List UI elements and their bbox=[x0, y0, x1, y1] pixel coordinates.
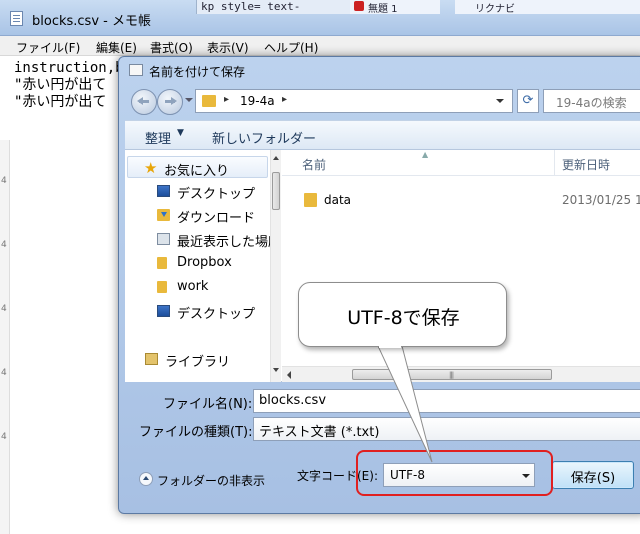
forward-button[interactable] bbox=[157, 89, 183, 115]
document-icon bbox=[354, 1, 364, 11]
folder-icon bbox=[202, 95, 216, 107]
search-placeholder: 19-4aの検索 bbox=[556, 96, 627, 110]
nav-item-work[interactable]: work bbox=[125, 276, 271, 298]
back-button[interactable] bbox=[131, 89, 157, 115]
file-list-pane: 名前 ▲ 更新日時 data 2013/01/25 1 ||| bbox=[282, 150, 640, 382]
dialog-icon bbox=[129, 64, 143, 76]
scroll-down-icon[interactable] bbox=[273, 368, 279, 372]
side-mark: 4 bbox=[1, 432, 7, 442]
address-dropdown-icon[interactable] bbox=[491, 93, 509, 109]
nav-item-label: デスクトップ bbox=[177, 307, 256, 322]
column-header-date[interactable]: 更新日時 bbox=[562, 156, 610, 173]
downloads-icon bbox=[157, 209, 170, 221]
notepad-title: blocks.csv - メモ帳 bbox=[32, 14, 151, 29]
nav-item-recent-places[interactable]: 最近表示した場所 bbox=[125, 228, 271, 250]
menu-edit[interactable]: 編集(E) bbox=[96, 39, 137, 56]
nav-item-favorites[interactable]: ★ お気に入り bbox=[127, 156, 268, 178]
address-bar[interactable]: ▸ 19-4a ▸ bbox=[195, 89, 513, 113]
filetype-label: ファイルの種類(T): bbox=[139, 425, 253, 440]
side-mark: 4 bbox=[1, 304, 7, 314]
nav-item-libraries[interactable]: ライブラリ bbox=[125, 348, 271, 370]
encoding-highlight-box bbox=[356, 450, 553, 496]
side-mark: 4 bbox=[1, 240, 7, 250]
file-row[interactable]: data 2013/01/25 1 bbox=[282, 190, 640, 212]
menu-format[interactable]: 書式(O) bbox=[150, 39, 193, 56]
background-code-text: kp style= text- bbox=[201, 0, 301, 13]
column-divider[interactable] bbox=[554, 150, 555, 176]
side-mark: 4 bbox=[1, 176, 7, 186]
background-right-text: リクナビ bbox=[475, 4, 515, 15]
organize-button[interactable]: 整理 bbox=[145, 128, 171, 147]
menu-help[interactable]: ヘルプ(H) bbox=[264, 39, 318, 56]
refresh-button[interactable]: ⟳ bbox=[517, 89, 539, 113]
file-browser: ★ お気に入り デスクトップ ダウンロード 最近表示した場所 Dropbox w… bbox=[125, 150, 640, 382]
column-header-row: 名前 ▲ 更新日時 bbox=[282, 150, 640, 176]
notepad-menu-bar: ファイル(F) 編集(E) 書式(O) 表示(V) ヘルプ(H) bbox=[0, 36, 640, 56]
nav-item-label: work bbox=[177, 279, 209, 294]
nav-item-dropbox[interactable]: Dropbox bbox=[125, 252, 271, 274]
scroll-up-icon[interactable] bbox=[273, 156, 279, 160]
search-box[interactable]: 19-4aの検索 bbox=[543, 89, 640, 113]
navigation-pane: ★ お気に入り デスクトップ ダウンロード 最近表示した場所 Dropbox w… bbox=[125, 150, 281, 382]
refresh-icon: ⟳ bbox=[522, 93, 534, 108]
callout-text: UTF-8で保存 bbox=[347, 307, 460, 329]
dialog-title: 名前を付けて保存 bbox=[149, 65, 246, 79]
notepad-text-area[interactable]: instruction,b "赤い円が出て "赤い円が出て bbox=[14, 60, 124, 111]
text-line: "赤い円が出て bbox=[14, 77, 107, 93]
save-button[interactable]: 保存(S) bbox=[552, 461, 634, 489]
nav-item-label: ライブラリ bbox=[165, 355, 231, 370]
nav-item-label: ダウンロード bbox=[177, 211, 256, 226]
file-name: data bbox=[324, 193, 352, 207]
folder-icon bbox=[157, 257, 167, 269]
filetype-select[interactable]: テキスト文書 (*.txt) bbox=[253, 417, 640, 441]
library-icon bbox=[145, 353, 158, 365]
filename-label: ファイル名(N): bbox=[163, 397, 253, 412]
file-date: 2013/01/25 1 bbox=[562, 193, 640, 207]
nav-item-label: 最近表示した場所 bbox=[177, 235, 271, 250]
chevron-down-icon[interactable]: ▼ bbox=[177, 128, 184, 138]
breadcrumb-folder[interactable]: 19-4a bbox=[240, 94, 275, 108]
nav-item-desktop-2[interactable]: デスクトップ bbox=[125, 300, 271, 322]
nav-pane-scrollbar[interactable] bbox=[270, 150, 281, 382]
recent-places-icon bbox=[157, 233, 170, 245]
nav-item-label: デスクトップ bbox=[177, 187, 256, 202]
menu-file[interactable]: ファイル(F) bbox=[16, 39, 80, 56]
sort-indicator-icon: ▲ bbox=[422, 150, 429, 159]
recent-locations-dropdown-icon[interactable] bbox=[185, 98, 193, 102]
background-right-fragment: リクナビ bbox=[455, 0, 640, 15]
side-strip: 4 4 4 4 4 bbox=[0, 140, 10, 534]
scrollbar-thumb[interactable]: ||| bbox=[352, 369, 552, 380]
desktop-icon bbox=[157, 185, 170, 197]
column-header-name[interactable]: 名前 bbox=[302, 156, 326, 173]
chevron-up-icon bbox=[139, 472, 153, 486]
scrollbar-grip: ||| bbox=[449, 371, 454, 379]
scroll-left-icon[interactable] bbox=[287, 371, 291, 379]
breadcrumb-separator-icon[interactable]: ▸ bbox=[282, 94, 287, 105]
callout-bubble: UTF-8で保存 bbox=[298, 282, 507, 347]
notepad-icon bbox=[10, 11, 23, 26]
text-line: instruction,b bbox=[14, 60, 124, 76]
dialog-toolbar: 整理 ▼ 新しいフォルダー bbox=[125, 120, 640, 150]
filename-input[interactable]: blocks.csv bbox=[253, 389, 640, 413]
side-mark: 4 bbox=[1, 368, 7, 378]
text-line: "赤い円が出て bbox=[14, 94, 107, 110]
hide-folders-label: フォルダーの非表示 bbox=[157, 474, 266, 488]
breadcrumb-separator-icon[interactable]: ▸ bbox=[224, 94, 229, 105]
nav-item-label: お気に入り bbox=[164, 164, 230, 178]
star-icon: ★ bbox=[144, 159, 158, 177]
new-folder-button[interactable]: 新しいフォルダー bbox=[212, 128, 316, 147]
folder-icon bbox=[157, 281, 167, 293]
background-tab-fragment: 無題 1 bbox=[350, 0, 440, 15]
nav-item-desktop[interactable]: デスクトップ bbox=[125, 180, 271, 202]
nav-item-downloads[interactable]: ダウンロード bbox=[125, 204, 271, 226]
background-tab-text: 無題 1 bbox=[368, 4, 398, 15]
scrollbar-thumb[interactable] bbox=[272, 172, 280, 210]
desktop-icon bbox=[157, 305, 170, 317]
folder-icon bbox=[304, 193, 317, 207]
nav-item-label: Dropbox bbox=[177, 255, 232, 270]
menu-view[interactable]: 表示(V) bbox=[207, 39, 249, 56]
horizontal-scrollbar[interactable]: ||| bbox=[282, 366, 640, 382]
